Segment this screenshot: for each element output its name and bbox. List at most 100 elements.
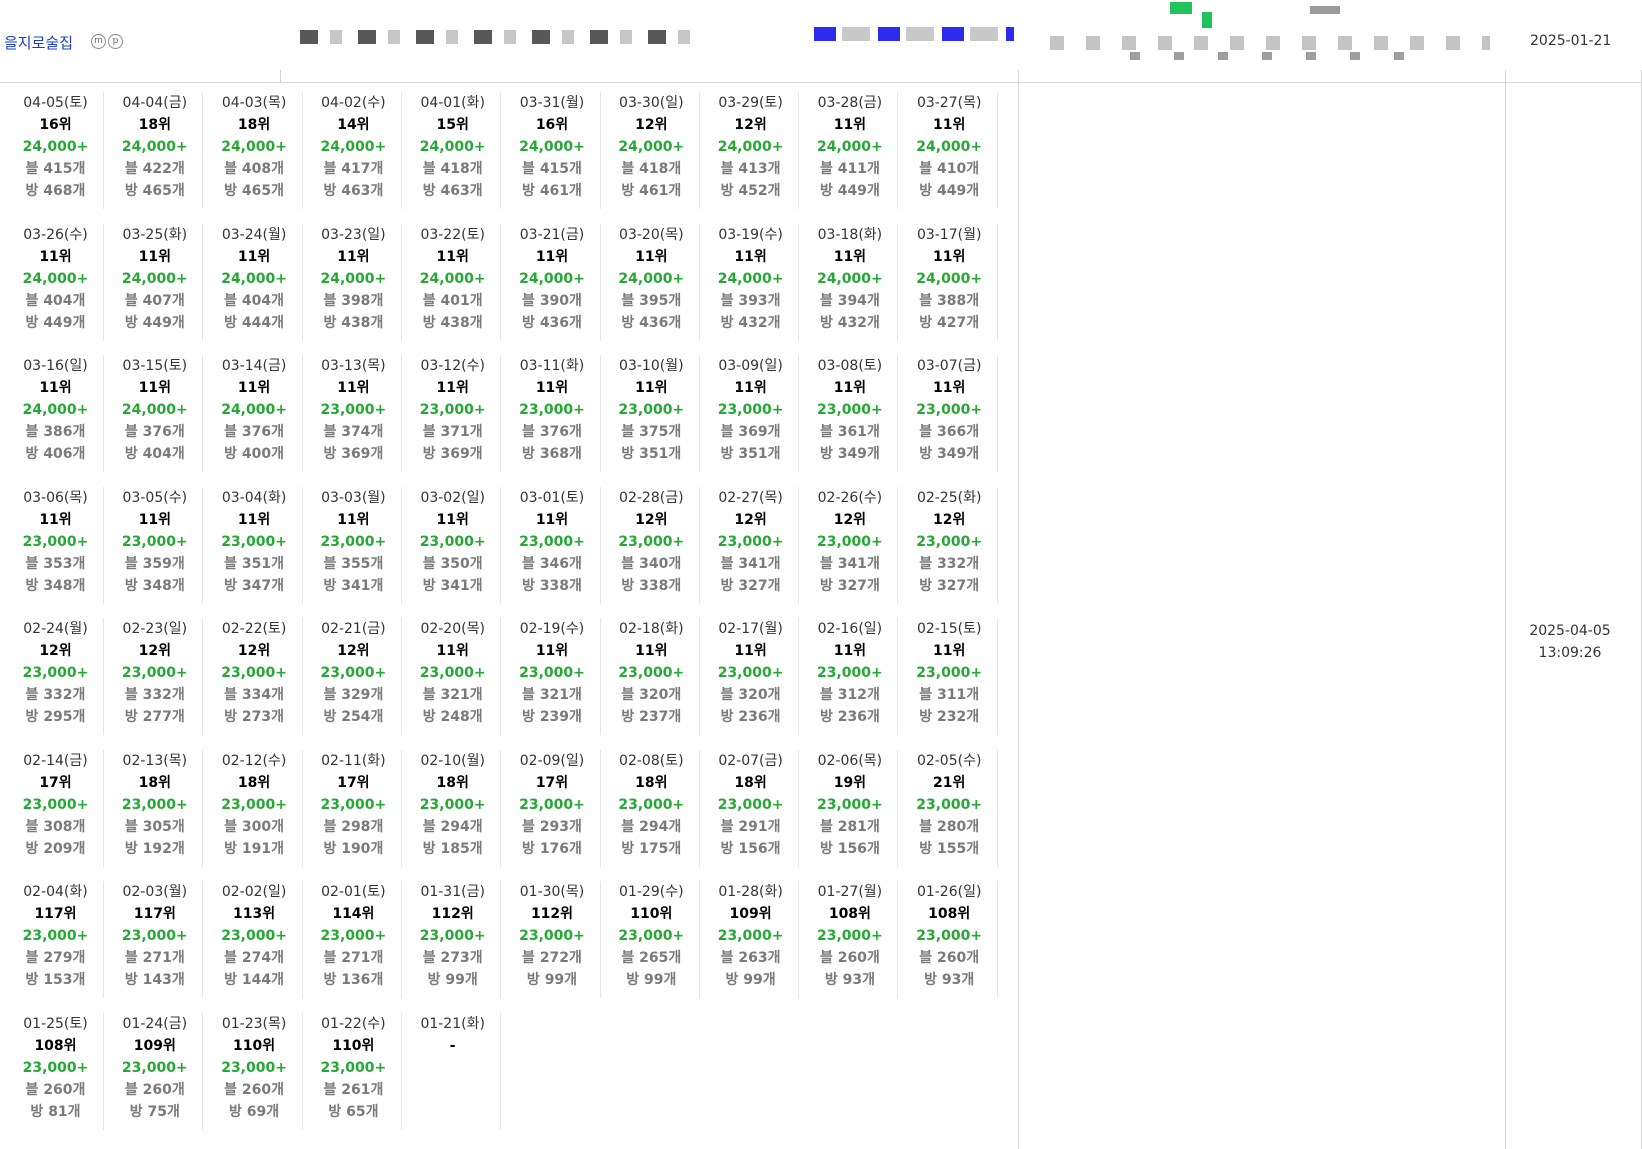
blog-value: 294 <box>440 818 470 835</box>
cell-visit-count: 방 236개 <box>802 706 897 728</box>
visit-value: 81 <box>48 1103 68 1120</box>
cell-score: 23,000+ <box>320 1059 387 1076</box>
cell-score: 24,000+ <box>121 139 188 155</box>
cell-rank: 12위 <box>635 117 668 133</box>
history-cell: 02-09(일) 17위 23,000+ 블 293개 방 176개 <box>505 749 601 867</box>
cell-visit-count: 방 81개 <box>8 1101 103 1123</box>
cell-blog-count: 블 376개 <box>207 421 302 443</box>
pc-badge-icon[interactable]: p <box>108 34 123 49</box>
cell-date: 03-28(금) <box>817 95 883 111</box>
visit-prefix: 방 <box>621 709 635 725</box>
visit-unit: 개 <box>370 577 384 594</box>
blog-value: 415 <box>539 161 570 177</box>
visit-value: 438 <box>440 314 470 331</box>
history-cell: 03-23(일) 11위 24,000+ 블 398개 방 438개 <box>306 223 402 341</box>
cell-blog-count: 블 415개 <box>8 158 103 180</box>
cell-rank: 11위 <box>833 643 867 659</box>
cell-rank: 11위 <box>436 643 469 659</box>
blog-value: 415 <box>43 161 73 177</box>
visit-unit: 개 <box>271 446 285 462</box>
cell-score: 24,000+ <box>618 139 685 155</box>
cell-date: 03-26(수) <box>23 226 88 243</box>
cell-date: 03-11(화) <box>519 358 585 374</box>
cell-score: 23,000+ <box>121 665 188 681</box>
cell-visit-count: 방 449개 <box>802 180 897 202</box>
blog-prefix: 블 <box>124 292 138 309</box>
cell-score: 23,000+ <box>519 796 585 813</box>
cell-rank: 12위 <box>635 511 668 528</box>
cell-date: 03-13(목) <box>321 358 386 374</box>
cell-visit-count: 방 465개 <box>107 180 202 202</box>
cell-blog-count: 블 334개 <box>207 684 302 706</box>
cell-date: 02-10(월) <box>420 752 485 769</box>
cell-score: 23,000+ <box>916 928 983 944</box>
visit-prefix: 방 <box>323 314 337 331</box>
cell-rank: 18위 <box>734 774 767 791</box>
cell-rank: 11위 <box>138 248 171 265</box>
blog-unit: 개 <box>668 818 682 835</box>
visit-prefix: 방 <box>621 183 635 199</box>
blog-prefix: 블 <box>720 292 734 309</box>
blog-unit: 개 <box>271 292 285 309</box>
blog-value: 279 <box>43 950 73 966</box>
cell-blog-count: 블 274개 <box>207 947 302 969</box>
blog-unit: 개 <box>469 950 483 966</box>
cell-date: 01-23(목) <box>221 1015 287 1032</box>
cell-score: 23,000+ <box>817 402 883 418</box>
cell-visit-count: 방 338개 <box>604 575 699 597</box>
history-cell: 01-30(목) 112위 23,000+ 블 272개 방 99개 <box>505 881 601 998</box>
cell-visit-count: 방 327개 <box>902 575 997 597</box>
cell-visit-count: 방 295개 <box>8 706 103 728</box>
cell-blog-count: 블 386개 <box>8 421 103 443</box>
cell-blog-count: 블 341개 <box>802 553 897 575</box>
cell-visit-count: 방 93개 <box>902 969 997 991</box>
blog-value: 371 <box>440 424 470 440</box>
blog-unit: 개 <box>72 555 86 572</box>
visit-value: 99 <box>643 972 664 988</box>
cell-date: 03-31(월) <box>519 95 585 111</box>
blog-unit: 개 <box>469 555 483 572</box>
cell-visit-count: 방 93개 <box>802 969 897 991</box>
cell-rank: 108위 <box>828 906 871 922</box>
cell-rank: 117위 <box>34 906 77 922</box>
visit-value: 248 <box>440 709 470 725</box>
blog-value: 332 <box>937 555 967 572</box>
cell-visit-count: 방 468개 <box>8 180 103 202</box>
history-cell: 01-26(일) 108위 23,000+ 블 260개 방 93개 <box>902 881 998 998</box>
blog-unit: 개 <box>866 555 880 572</box>
blog-prefix: 블 <box>224 1081 238 1098</box>
place-name-link[interactable]: 을지로술집 <box>4 32 73 53</box>
cell-date: 04-04(금) <box>122 95 188 111</box>
cell-score: 23,000+ <box>618 533 685 550</box>
header-row: 을지로술집 m p 2025-01-21 <box>0 0 1642 83</box>
cell-score: 23,000+ <box>717 402 784 418</box>
visit-value: 153 <box>43 972 73 988</box>
blog-prefix: 블 <box>621 818 635 835</box>
visit-prefix: 방 <box>25 577 39 594</box>
visit-unit: 개 <box>370 972 384 988</box>
cell-rank: 11위 <box>734 643 767 659</box>
cell-rank: 21위 <box>933 774 966 791</box>
cell-blog-count: 블 261개 <box>306 1079 401 1101</box>
cell-date: 01-25(토) <box>23 1015 88 1032</box>
visit-prefix: 방 <box>522 446 535 462</box>
cell-visit-count: 방 436개 <box>505 312 600 334</box>
blog-unit: 개 <box>767 818 781 835</box>
blog-value: 418 <box>639 161 669 177</box>
cell-date: 02-18(화) <box>619 621 684 637</box>
visit-prefix: 방 <box>621 314 635 331</box>
blog-value: 320 <box>639 687 669 703</box>
cell-rank: 11위 <box>833 380 867 396</box>
blog-value: 260 <box>837 950 867 966</box>
cell-visit-count: 방 99개 <box>703 969 798 991</box>
cell-visit-count: 방 190개 <box>306 838 401 860</box>
blog-unit: 개 <box>72 818 86 835</box>
visit-prefix: 방 <box>224 577 238 594</box>
mobile-badge-icon[interactable]: m <box>91 34 106 49</box>
cell-visit-count: 방 463개 <box>306 180 401 202</box>
blog-unit: 개 <box>72 687 86 703</box>
cell-blog-count: 블 271개 <box>107 947 202 969</box>
cell-visit-count: 방 99개 <box>604 969 699 991</box>
cell-score: 23,000+ <box>221 533 287 550</box>
history-cell: 03-13(목) 11위 23,000+ 블 374개 방 369개 <box>306 355 402 472</box>
